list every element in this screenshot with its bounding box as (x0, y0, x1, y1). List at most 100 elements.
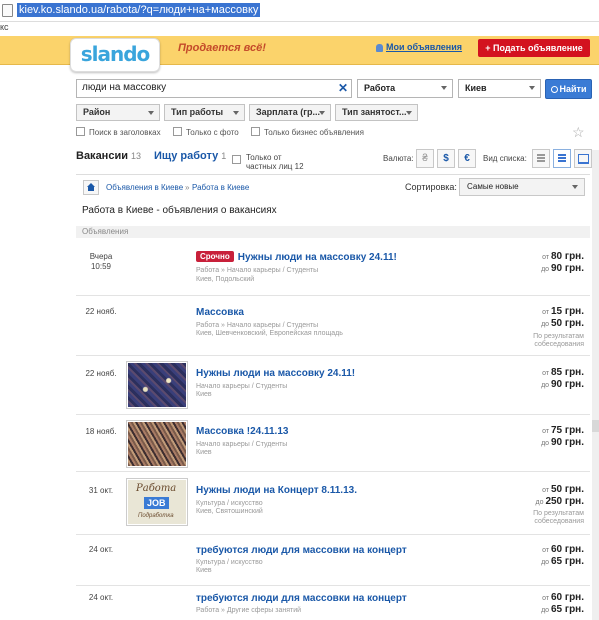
crowd-photo (128, 422, 186, 466)
price-to: 50 грн. (551, 318, 584, 329)
listing-row[interactable]: 24 окт. требуются люди для массовки на к… (76, 535, 590, 586)
breadcrumb-item[interactable]: Работа в Киеве (192, 183, 249, 192)
salary-filter[interactable]: Зарплата (гр... (249, 104, 331, 121)
bookmark-item[interactable]: кс (0, 22, 9, 32)
listing-price: от 85 грн. до 90 грн. (541, 367, 584, 391)
currency-uah-button[interactable]: ₴ (416, 149, 434, 168)
price-from-label: от (542, 487, 550, 494)
listing-title[interactable]: Нужны люди на Концерт 8.11.13. (196, 485, 357, 496)
slogan: Продается всё! (178, 42, 266, 54)
listing-title[interactable]: требуются люди для массовки на концерт (196, 593, 407, 604)
listing-category: Работа » Другие сферы занятий (196, 607, 302, 614)
listing-title[interactable]: Нужны люди на массовку 24.11! (196, 368, 355, 379)
time-text: 10:59 (90, 262, 112, 271)
listing-thumbnail[interactable] (126, 420, 188, 468)
listing-row[interactable]: 31 окт. Работа JOB Подработка Нужны люди н… (76, 472, 590, 535)
listing-title[interactable]: требуются люди для массовки на концерт (196, 545, 407, 556)
category-select[interactable]: Работа (357, 79, 453, 98)
private-only-checkbox[interactable] (232, 155, 241, 164)
search-input[interactable]: люди на массовку ✕ (76, 79, 352, 98)
browser-address-bar[interactable]: kiev.ko.slando.ua/rabota/?q=люди+на+масс… (0, 0, 599, 22)
work-type-filter[interactable]: Тип работы (164, 104, 245, 121)
url-text[interactable]: kiev.ko.slando.ua/rabota/?q=люди+на+масс… (17, 3, 261, 17)
price-from-label: от (542, 254, 550, 261)
listing-date: Вчера 10:59 (76, 252, 126, 272)
slando-logo[interactable]: slando (70, 38, 160, 72)
listing-thumbnail[interactable] (126, 361, 188, 409)
listing-date: 18 нояб. (85, 427, 117, 436)
title-text[interactable]: Нужны люди на массовку 24.11! (238, 252, 397, 263)
page-icon (2, 3, 13, 17)
listing-price: от 60 грн. до 65 грн. (541, 592, 584, 616)
list-view-button[interactable] (532, 149, 550, 168)
price-from: 60 грн. (551, 544, 584, 555)
price-note: По результатам собеседования (533, 333, 584, 348)
chevron-down-icon (233, 111, 239, 115)
list-icon (537, 154, 545, 163)
price-to-label: до (541, 607, 550, 614)
price-to: 65 грн. (551, 604, 584, 615)
checkbox[interactable] (76, 127, 85, 136)
price-from-label: от (542, 547, 550, 554)
checkbox[interactable] (173, 127, 182, 136)
home-button[interactable] (83, 180, 99, 195)
currency-usd-button[interactable]: $ (437, 149, 455, 168)
listing-thumbnail[interactable]: Работа JOB Подработка (126, 478, 188, 526)
business-only-checkbox[interactable]: Только бизнес объявления (251, 127, 364, 137)
price-from-label: от (542, 309, 550, 316)
tab-label: Ищу работу (154, 150, 219, 162)
listing-row[interactable]: 18 нояб. Массовка !24.11.13 Начало карье… (76, 415, 590, 472)
category-value: Работа (364, 83, 396, 93)
tab-seeking-work[interactable]: Ищу работу 1 (154, 150, 226, 162)
price-from: 85 грн. (551, 367, 584, 378)
photo-only-checkbox[interactable]: Только с фото (173, 127, 239, 137)
currency-label: Валюта: (383, 154, 414, 163)
listing-price: от 80 грн. до 90 грн. (541, 251, 584, 275)
chevron-down-icon (319, 111, 325, 115)
clear-search-icon[interactable]: ✕ (338, 81, 348, 95)
grid-view-button[interactable] (553, 149, 571, 168)
chevron-down-icon (572, 185, 578, 189)
listing-price: от 75 грн. до 90 грн. (541, 425, 584, 449)
price-to-label: до (541, 440, 550, 447)
listing-location: Киев (196, 449, 212, 456)
listing-title[interactable]: Массовка !24.11.13 (196, 426, 288, 437)
date-text: Вчера (89, 252, 113, 261)
city-select[interactable]: Киев (458, 79, 541, 98)
listing-row[interactable]: Вчера 10:59 Срочно Нужны люди на массовку … (76, 239, 590, 296)
post-ad-button[interactable]: + Подать объявление (478, 39, 590, 57)
employment-filter[interactable]: Тип занятост... (335, 104, 418, 121)
thumb-text: Работа (136, 483, 177, 494)
right-scroll-strip (592, 150, 599, 620)
listing-location: Киев (196, 391, 212, 398)
checkbox[interactable] (251, 127, 260, 136)
listing-title[interactable]: Срочно Нужны люди на массовку 24.11! (196, 251, 397, 263)
checkbox-label: Поиск в заголовках (89, 128, 161, 137)
star-icon[interactable]: ☆ (572, 124, 585, 141)
find-button[interactable]: Найти (545, 79, 592, 99)
listing-row[interactable]: 22 нояб. Массовка Работа » Начало карьер… (76, 296, 590, 356)
sort-value: Самые новые (467, 182, 519, 191)
listing-date: 31 окт. (88, 486, 114, 495)
filter-label: Район (83, 107, 111, 117)
gallery-view-button[interactable] (574, 149, 592, 168)
listing-title[interactable]: Массовка (196, 307, 244, 318)
price-to-label: до (541, 266, 550, 273)
chevron-down-icon (148, 111, 154, 115)
listing-row[interactable]: 22 нояб. Нужны люди на массовку 24.11! Н… (76, 356, 590, 415)
tab-vacancies[interactable]: Вакансии 13 (76, 150, 141, 162)
filter-label: Тип занятост... (342, 107, 407, 117)
breadcrumb-item[interactable]: Объявления в Киеве (106, 183, 183, 192)
sort-select[interactable]: Самые новые (459, 178, 585, 196)
listing-price: от 50 грн. до 250 грн. (536, 484, 585, 508)
filter-label: Тип работы (171, 107, 224, 117)
listing-row[interactable]: 24 окт. требуются люди для массовки на к… (76, 586, 590, 620)
currency-eur-button[interactable]: € (458, 149, 476, 168)
my-ads-label: Мои объявления (386, 42, 463, 52)
price-from: 50 грн. (551, 484, 584, 495)
district-filter[interactable]: Район (76, 104, 160, 121)
titles-only-checkbox[interactable]: Поиск в заголовках (76, 127, 161, 137)
listing-date: 22 нояб. (85, 369, 117, 378)
my-ads-link[interactable]: Мои объявления (376, 42, 462, 52)
urgent-badge: Срочно (196, 251, 234, 262)
